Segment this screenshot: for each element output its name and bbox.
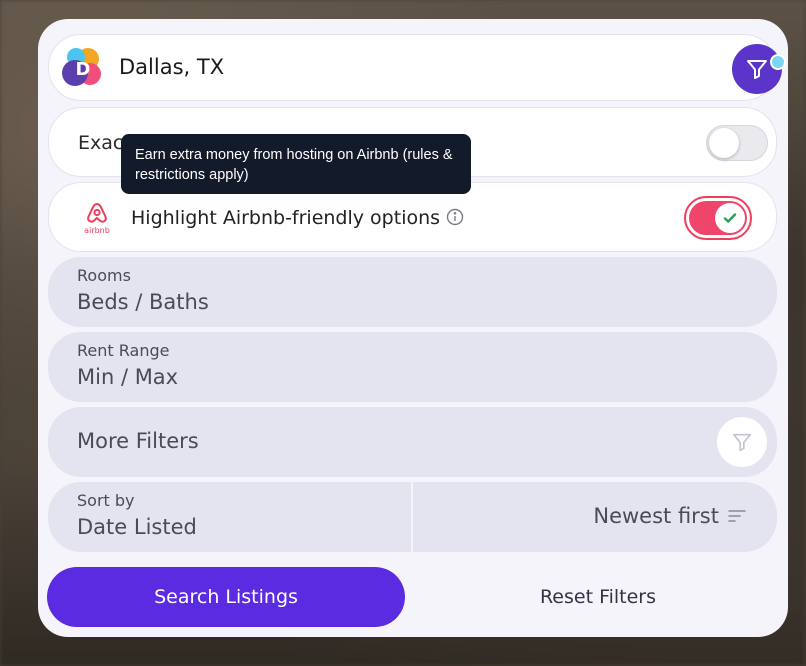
sort-lines-icon [728, 510, 746, 522]
sort-by-value: Date Listed [77, 515, 197, 539]
airbnb-toggle[interactable] [684, 196, 752, 240]
airbnb-logo-icon: airbnb [84, 202, 110, 235]
filter-icon [732, 433, 752, 452]
location-value[interactable]: Dallas, TX [119, 55, 224, 79]
more-filters-button[interactable] [717, 417, 767, 467]
location-row[interactable]: D Dallas, TX [48, 34, 786, 101]
sort-by-label: Sort by [77, 491, 135, 510]
exact-match-label: Exac [78, 132, 124, 154]
more-filters-row[interactable]: More Filters [48, 407, 777, 477]
sort-by-field[interactable]: Sort by Date Listed [48, 482, 411, 552]
check-icon [723, 213, 737, 223]
toggle-track [689, 201, 747, 235]
exact-match-toggle[interactable] [706, 125, 768, 161]
rooms-value: Beds / Baths [77, 290, 209, 314]
search-listings-button[interactable]: Search Listings [47, 567, 405, 627]
more-filters-label: More Filters [77, 429, 199, 453]
rooms-label: Rooms [77, 266, 131, 285]
rent-range-field[interactable]: Rent Range Min / Max [48, 332, 777, 402]
rent-range-label: Rent Range [77, 341, 170, 360]
notification-dot [770, 54, 786, 70]
sort-order-field[interactable]: Newest first [413, 482, 777, 552]
airbnb-highlight-label: Highlight Airbnb-friendly options [131, 207, 441, 229]
d-logo-icon: D [62, 48, 101, 86]
airbnb-tooltip: Earn extra money from hosting on Airbnb … [121, 134, 471, 194]
toggle-knob [715, 203, 745, 233]
svg-text:D: D [76, 59, 91, 80]
sort-order-value: Newest first [593, 504, 719, 528]
filter-icon [747, 60, 767, 79]
reset-filters-button[interactable]: Reset Filters [450, 567, 746, 627]
airbnb-logo-text: airbnb [84, 226, 110, 235]
toggle-knob [709, 128, 739, 158]
filter-panel: D Dallas, TX Exac Earn extra money from … [38, 19, 788, 637]
info-icon[interactable] [446, 208, 464, 226]
rooms-field[interactable]: Rooms Beds / Baths [48, 257, 777, 327]
rent-range-value: Min / Max [77, 365, 179, 389]
